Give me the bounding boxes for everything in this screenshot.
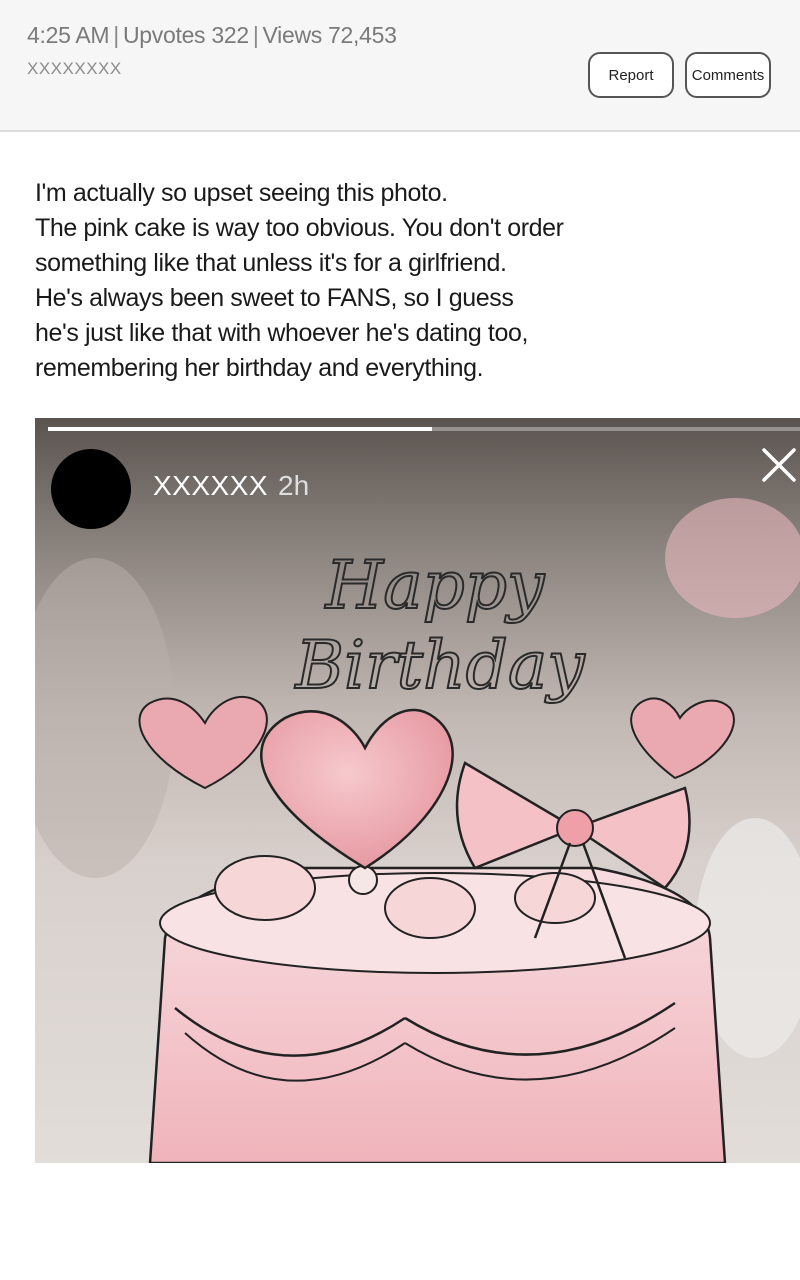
- topper-line1: Happy: [325, 547, 545, 624]
- post-time: 4:25 AM: [27, 22, 110, 48]
- story-time: 2h: [278, 470, 310, 501]
- cake-photo: Happy Birthday: [35, 498, 800, 1163]
- report-button[interactable]: Report: [588, 52, 674, 98]
- story-screenshot: Happy Birthday XXXXXX 2h: [35, 418, 800, 1163]
- post-line: something like that unless it's for a gi…: [35, 249, 507, 277]
- close-icon[interactable]: [760, 446, 798, 484]
- post-line: The pink cake is way too obvious. You do…: [35, 214, 564, 242]
- post-line: remembering her birthday and everything.: [35, 354, 484, 382]
- topper-line2: Birthday: [294, 627, 585, 704]
- upvote-count: Upvotes 322: [122, 22, 249, 48]
- comments-button[interactable]: Comments: [685, 52, 771, 98]
- post-author: XXXXXXXX: [27, 59, 122, 78]
- post-line: He's always been sweet to FANS, so I gue…: [35, 284, 514, 312]
- post-header: 4:25 AM | Upvotes 322 | Views 72,453 XXXXXXX…: [0, 0, 800, 132]
- view-count: Views 72,453: [262, 22, 397, 48]
- story-progress-fill: [48, 427, 432, 431]
- post-meta: 4:25 AM | Upvotes 322 | Views 72,453: [27, 22, 397, 48]
- story-username[interactable]: XXXXXX: [153, 470, 268, 502]
- avatar[interactable]: [51, 449, 131, 529]
- post-body: I'm actually so upset seeing this photo.…: [35, 176, 775, 386]
- post-line: I'm actually so upset seeing this photo.: [35, 179, 448, 207]
- post-line: he's just like that with whoever he's da…: [35, 319, 529, 347]
- story-progress-track: [48, 427, 800, 431]
